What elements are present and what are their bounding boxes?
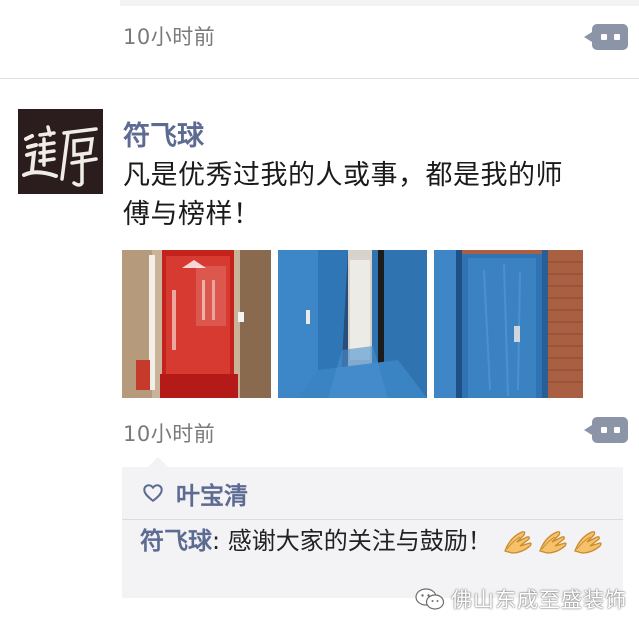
photo-thumbnail-2[interactable]: [278, 250, 427, 398]
photo-blue-doorway: [278, 250, 427, 398]
watermark-text: 佛山东成至盛装饰: [451, 588, 627, 612]
more-icon: [592, 24, 628, 50]
more-icon: [592, 417, 628, 443]
comments-divider: [122, 519, 623, 520]
heart-icon: [143, 484, 163, 502]
photo-red-entrance: [122, 250, 271, 398]
post-author[interactable]: 符飞球: [123, 114, 204, 153]
photo-thumbnail-1[interactable]: [122, 250, 271, 398]
comment-item[interactable]: 符飞球: 感谢大家的关注与鼓励！: [140, 524, 620, 558]
avatar[interactable]: [18, 109, 103, 194]
comment-author[interactable]: 符飞球: [140, 527, 212, 555]
clap-emoji-icon: [504, 531, 533, 554]
comment-text: 感谢大家的关注与鼓励！: [227, 527, 492, 555]
likes-row: 叶宝清: [142, 475, 248, 511]
wechat-icon: [415, 588, 445, 610]
likes-comments-panel: 叶宝清 符飞球: 感谢大家的关注与鼓励！: [122, 457, 623, 598]
liker-name[interactable]: 叶宝清: [176, 476, 248, 511]
post-divider: [0, 78, 639, 79]
clap-emoji-icon: [574, 531, 603, 554]
more-actions-button[interactable]: [584, 417, 628, 443]
post-text: 凡是优秀过我的人或事，都是我的师 傅与榜样！: [123, 156, 623, 234]
more-actions-button[interactable]: [584, 24, 628, 50]
comment-separator: :: [212, 527, 228, 555]
calligraphy-logo: [18, 109, 103, 194]
clap-emoji-icon: [539, 531, 568, 554]
photo-thumbnail-3[interactable]: [434, 250, 583, 398]
previous-post-bottom: [120, 0, 639, 6]
previous-post-time: 10小时前: [123, 25, 216, 49]
post-text-line-1: 凡是优秀过我的人或事，都是我的师: [123, 160, 563, 191]
post-time: 10小时前: [123, 422, 216, 446]
photo-blue-door: [434, 250, 583, 398]
watermark: 佛山东成至盛装饰: [415, 584, 627, 614]
post-text-line-2: 傅与榜样！: [123, 199, 261, 230]
